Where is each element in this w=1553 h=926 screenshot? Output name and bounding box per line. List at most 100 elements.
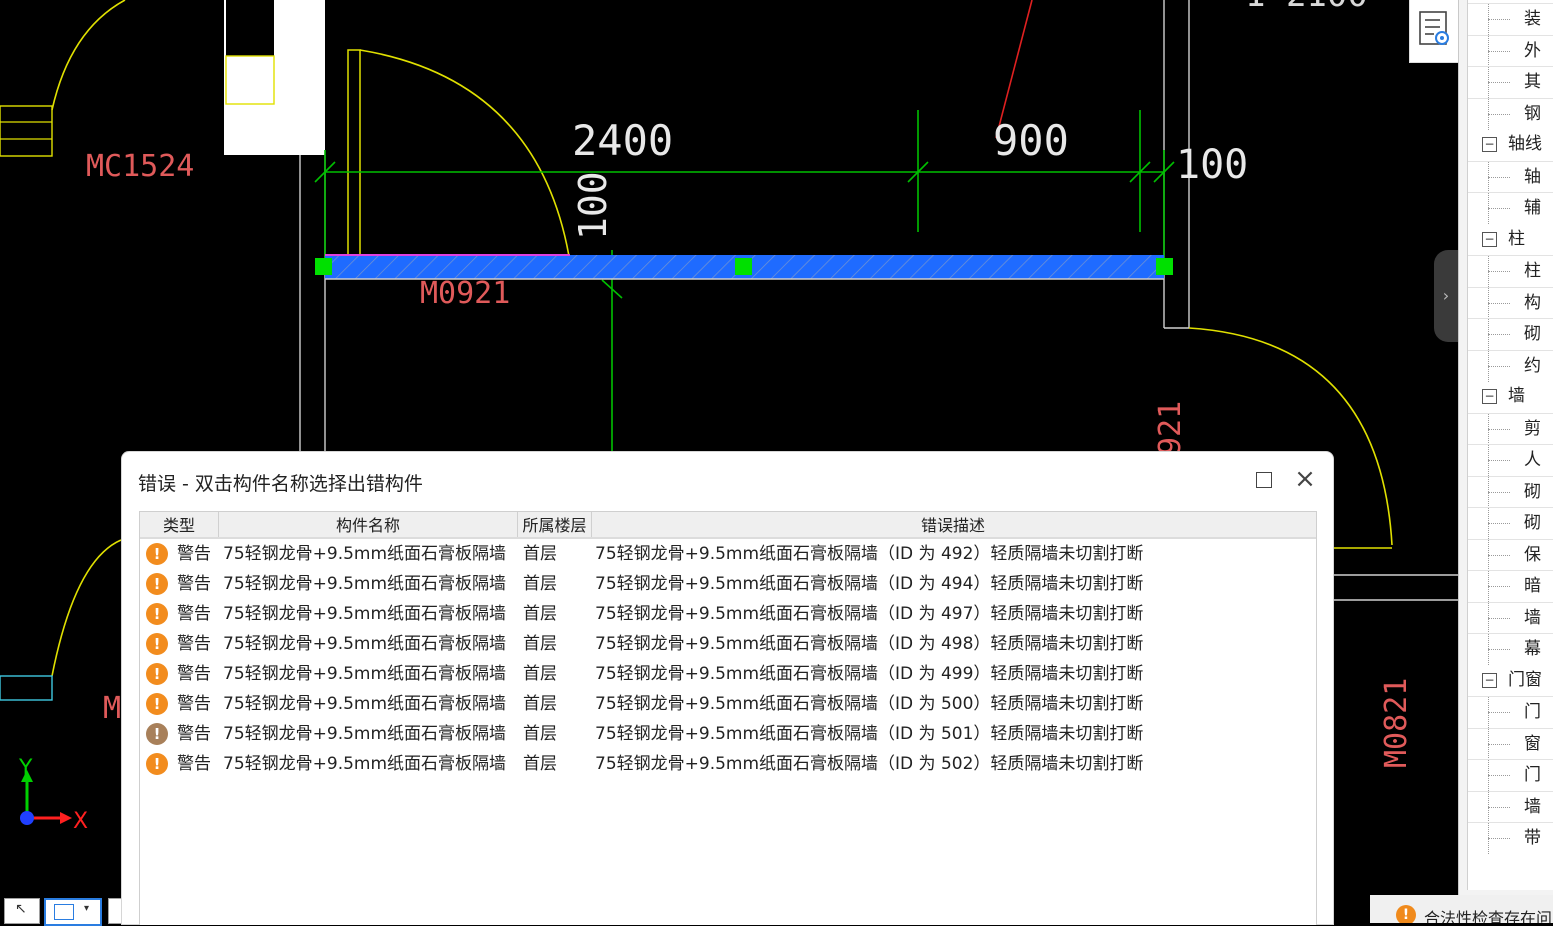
tree-connector [1488, 712, 1510, 713]
collapse-toggle-icon[interactable]: − [1482, 137, 1497, 152]
cell-component-name[interactable]: 75轻钢龙骨+9.5mm纸面石膏板隔墙 [223, 659, 506, 689]
error-row[interactable]: ! 警告 75轻钢龙骨+9.5mm纸面石膏板隔墙 首层 75轻钢龙骨+9.5mm纸面石膏… [140, 569, 1316, 599]
tree-connector [1488, 617, 1510, 619]
tree-connector [1488, 743, 1510, 745]
warning-icon: ! [146, 573, 168, 595]
axis-label-x: X [73, 809, 88, 834]
box-select-dropdown[interactable]: ▾ [44, 898, 102, 926]
column-header-name[interactable]: 构件名称 [219, 512, 518, 537]
error-row[interactable]: ! 警告 75轻钢龙骨+9.5mm纸面石膏板隔墙 首层 75轻钢龙骨+9.5mm纸面石膏… [140, 719, 1316, 749]
tree-item[interactable]: 砌 [1468, 318, 1553, 350]
tree-item[interactable]: 窗 [1468, 727, 1553, 760]
cell-component-name[interactable]: 75轻钢龙骨+9.5mm纸面石膏板隔墙 [223, 569, 506, 599]
tree-item[interactable]: 暗 [1468, 570, 1553, 602]
tree-group-label: 柱 [1508, 228, 1525, 249]
tree-group[interactable]: − 轴线 [1468, 129, 1553, 160]
tree-item[interactable]: 外 [1468, 34, 1553, 67]
tree-item-label: 墙 [1524, 796, 1541, 817]
panel-collapse-handle[interactable]: › [1434, 250, 1458, 342]
tree-item[interactable]: 剪 [1468, 412, 1553, 445]
cell-floor: 首层 [523, 604, 557, 624]
tree-item[interactable]: 墙 [1468, 790, 1553, 823]
tree-item-label: 人 [1524, 450, 1541, 470]
tree-item[interactable]: 其 [1468, 66, 1553, 98]
tree-item[interactable]: 门 [1468, 696, 1553, 728]
door-lower-left-symbol[interactable] [0, 539, 122, 701]
tree-item-label: 砌 [1524, 513, 1541, 533]
dimension-100-side: 100 [1176, 142, 1248, 188]
dimension-2400: 2400 [572, 116, 673, 165]
pointer-icon: ↖ [15, 901, 27, 917]
tree-item[interactable]: 幕 [1468, 633, 1553, 665]
tree-item[interactable]: 辅 [1468, 192, 1553, 224]
cell-component-name[interactable]: 75轻钢龙骨+9.5mm纸面石膏板隔墙 [223, 599, 506, 629]
tree-item[interactable]: 构 [1468, 286, 1553, 319]
column-header-floor[interactable]: 所属楼层 [518, 512, 592, 537]
column-block[interactable] [224, 0, 325, 155]
select-pointer-button[interactable]: ↖ [4, 898, 40, 924]
door-m0921-symbol[interactable] [347, 49, 571, 266]
tree-item[interactable]: 砌 [1468, 475, 1553, 508]
tree-item[interactable]: 轴 [1468, 160, 1553, 193]
tree-connector [1488, 838, 1510, 839]
maximize-button[interactable] [1256, 472, 1272, 488]
cell-component-name[interactable]: 75轻钢龙骨+9.5mm纸面石膏板隔墙 [223, 719, 506, 749]
toolbar-button-partial[interactable] [108, 898, 121, 924]
close-button[interactable]: × [1292, 466, 1318, 492]
tree-item-label: 其 [1524, 72, 1541, 92]
status-text: 合法性检查存在问 [1424, 909, 1553, 923]
error-row[interactable]: ! 警告 75轻钢龙骨+9.5mm纸面石膏板隔墙 首层 75轻钢龙骨+9.5mm纸面石膏… [140, 689, 1316, 719]
tree-item[interactable]: 约 [1468, 349, 1553, 382]
collapse-toggle-icon[interactable]: − [1482, 389, 1497, 404]
collapse-toggle-icon[interactable]: − [1482, 672, 1497, 688]
cell-component-name[interactable]: 75轻钢龙骨+9.5mm纸面石膏板隔墙 [223, 749, 506, 779]
cell-component-name[interactable]: 75轻钢龙骨+9.5mm纸面石膏板隔墙 [223, 629, 506, 659]
cell-floor: 首层 [523, 724, 557, 744]
tree-group[interactable]: − 柱 [1468, 224, 1553, 255]
cell-component-name[interactable]: 75轻钢龙骨+9.5mm纸面石膏板隔墙 [223, 539, 506, 569]
tree-item[interactable]: 墙 [1468, 601, 1553, 634]
error-row[interactable]: ! 警告 75轻钢龙骨+9.5mm纸面石膏板隔墙 首层 75轻钢龙骨+9.5mm纸面石膏… [140, 629, 1316, 659]
tree-group[interactable]: − 门窗 [1468, 665, 1553, 696]
cell-component-name[interactable]: 75轻钢龙骨+9.5mm纸面石膏板隔墙 [223, 689, 506, 719]
tree-item[interactable]: 保 [1468, 538, 1553, 571]
tree-item[interactable]: 砌 [1468, 507, 1553, 539]
tree-item[interactable]: 装 [1468, 3, 1553, 35]
status-message[interactable]: ! 合法性检查存在问 [1370, 895, 1553, 923]
tree-item[interactable]: 柱 [1468, 255, 1553, 287]
cell-description: 75轻钢龙骨+9.5mm纸面石膏板隔墙（ID 为 494）轻质隔墙未切割打断 [595, 574, 1144, 594]
tree-connector [1488, 491, 1510, 493]
tree-item-label: 窗 [1524, 733, 1541, 754]
cell-type: 警告 [177, 634, 211, 654]
cell-floor: 首层 [523, 574, 557, 594]
grip-handle-left [315, 258, 332, 275]
cell-floor: 首层 [523, 694, 557, 714]
tree-item-label: 砌 [1524, 324, 1541, 344]
tree-connector [1488, 586, 1510, 587]
dimension-100-vertical: 100 [571, 171, 615, 240]
tree-item[interactable]: 人 [1468, 444, 1553, 476]
tree-group[interactable]: − 墙 [1468, 381, 1553, 412]
error-row[interactable]: ! 警告 75轻钢龙骨+9.5mm纸面石膏板隔墙 首层 75轻钢龙骨+9.5mm纸面石膏… [140, 599, 1316, 629]
list-view-icon-button[interactable] [1409, 0, 1459, 63]
error-grid: 类型 构件名称 所属楼层 错误描述 ! 警告 75轻钢龙骨+9.5mm纸面石膏板隔墙… [139, 511, 1317, 925]
column-header-description[interactable]: 错误描述 [592, 512, 1314, 537]
tree-connector [1488, 334, 1510, 335]
collapse-toggle-icon[interactable]: − [1482, 231, 1497, 247]
tree-item[interactable]: 门 [1468, 759, 1553, 791]
tree-item[interactable]: 带 [1468, 822, 1553, 854]
error-row[interactable]: ! 警告 75轻钢龙骨+9.5mm纸面石膏板隔墙 首层 75轻钢龙骨+9.5mm纸面石膏… [140, 539, 1316, 569]
error-row[interactable]: ! 警告 75轻钢龙骨+9.5mm纸面石膏板隔墙 首层 75轻钢龙骨+9.5mm纸面石膏… [140, 659, 1316, 689]
cell-floor: 首层 [523, 544, 557, 564]
component-tree-panel: 装外其钢 − 轴线轴辅 − 柱柱构砌约 − 墙剪人砌砌保暗墙幕 − 门窗门窗门墙带 [1458, 0, 1553, 923]
tree-connector [1488, 113, 1510, 115]
door-mc1524-symbol[interactable] [0, 0, 126, 157]
tree-item-label: 轴 [1524, 166, 1541, 187]
column-header-type[interactable]: 类型 [140, 512, 219, 537]
tree-item[interactable]: 钢 [1468, 97, 1553, 130]
door-label-m0921: M0921 [420, 276, 510, 311]
cell-floor: 首层 [523, 664, 557, 684]
cell-floor: 首层 [523, 754, 557, 774]
error-row[interactable]: ! 警告 75轻钢龙骨+9.5mm纸面石膏板隔墙 首层 75轻钢龙骨+9.5mm纸面石膏… [140, 749, 1316, 779]
grid-header: 类型 构件名称 所属楼层 错误描述 [140, 512, 1316, 539]
